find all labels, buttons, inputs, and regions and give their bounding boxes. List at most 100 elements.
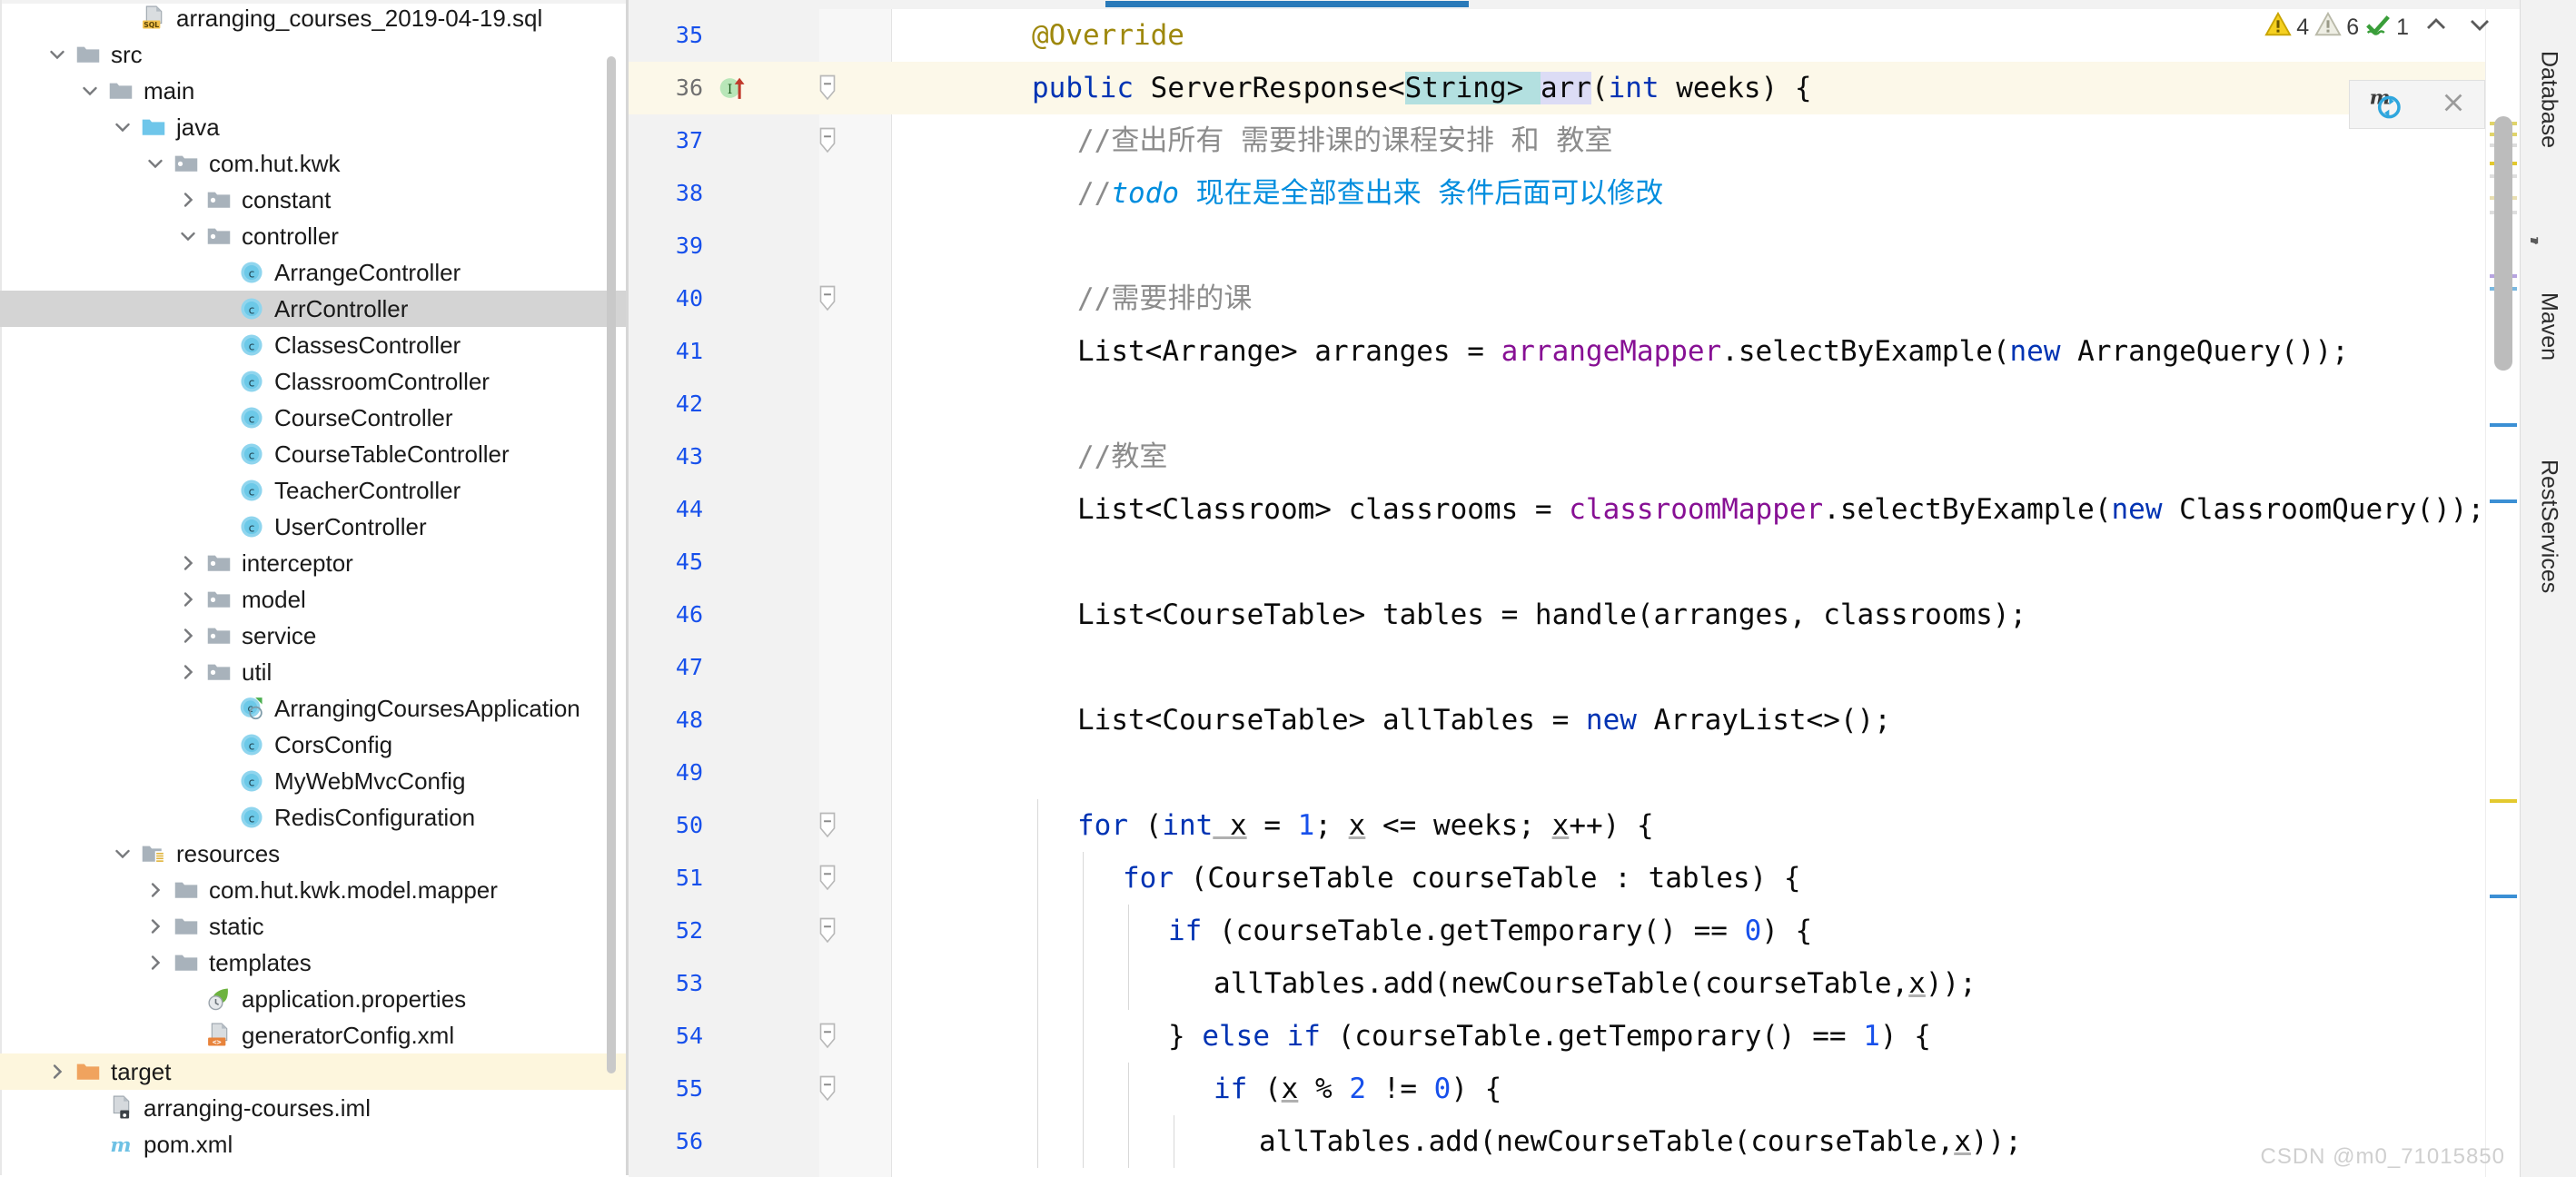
tree-item-coursetablecontroller[interactable]: cCourseTableController <box>0 436 629 472</box>
chevron-right-icon[interactable] <box>42 1053 73 1090</box>
error-stripe-marker-panel[interactable] <box>2485 9 2520 1177</box>
tree-item-resources[interactable]: resources <box>0 836 629 872</box>
project-tool-window[interactable]: SQLarranging_courses_2019-04-19.sqlsrcma… <box>0 0 629 1177</box>
tree-item-generatorconfig-xml[interactable]: <>generatorConfig.xml <box>0 1017 629 1053</box>
tool-tab-maven[interactable]: Maven <box>2521 254 2576 400</box>
gutter-line[interactable]: 44 <box>629 483 892 536</box>
code-line[interactable]: //教室 <box>892 430 2576 483</box>
code-line[interactable]: if (courseTable.getTemporary() == 0) { <box>892 905 2576 957</box>
chevron-down-icon[interactable] <box>140 145 171 182</box>
weak-warning-group[interactable]: 6 <box>2314 11 2359 45</box>
code-line-empty[interactable] <box>892 378 2576 430</box>
chevron-right-icon[interactable] <box>173 654 203 690</box>
chevron-right-icon[interactable] <box>140 872 171 908</box>
implementing-method-icon[interactable]: I <box>718 73 748 104</box>
maven-reload-notification[interactable]: m <box>2349 80 2485 129</box>
chevron-down-icon[interactable] <box>74 73 105 109</box>
code-fold-icon[interactable] <box>816 1075 839 1103</box>
code-line-current[interactable]: public ServerResponse<String> arr(int we… <box>892 62 2576 114</box>
stripe-mark[interactable] <box>2490 799 2517 803</box>
gutter-line[interactable]: 50 <box>629 799 892 852</box>
gutter-line[interactable]: 36I <box>629 62 892 114</box>
tree-item-application-properties[interactable]: application.properties <box>0 981 629 1017</box>
tree-item-com-hut-kwk[interactable]: com.hut.kwk <box>0 145 629 182</box>
tree-item-arrangecontroller[interactable]: cArrangeController <box>0 254 629 291</box>
chevron-right-icon[interactable] <box>173 581 203 618</box>
code-line[interactable]: //todo 现在是全部查出来 条件后面可以修改 <box>892 167 2576 220</box>
code-fold-icon[interactable] <box>816 865 839 892</box>
tree-item-coursecontroller[interactable]: cCourseController <box>0 400 629 436</box>
chevron-right-icon[interactable] <box>173 545 203 581</box>
code-fold-icon[interactable] <box>816 127 839 154</box>
code-line[interactable]: //查出所有 需要排课的课程安排 和 教室 <box>892 114 2576 167</box>
gutter-line[interactable]: 35 <box>629 9 892 62</box>
gutter-line[interactable]: 51 <box>629 852 892 905</box>
code-line[interactable]: for (CourseTable courseTable : tables) { <box>892 852 2576 905</box>
chevron-down-icon[interactable] <box>107 836 138 872</box>
code-line[interactable]: } else if (courseTable.getTemporary() ==… <box>892 1010 2576 1063</box>
code-line[interactable]: allTables.add(newCourseTable(courseTable… <box>892 957 2576 1010</box>
tree-item-static[interactable]: static <box>0 908 629 945</box>
code-text-area[interactable]: @Override public ServerResponse<String> … <box>892 9 2576 1177</box>
tree-item-arrcontroller[interactable]: cArrController <box>0 291 629 327</box>
tree-item-pom-xml[interactable]: mpom.xml <box>0 1126 629 1162</box>
gutter-line[interactable]: 49 <box>629 747 892 799</box>
code-fold-icon[interactable] <box>816 917 839 945</box>
gutter-line[interactable]: 56 <box>629 1115 892 1168</box>
tree-item-templates[interactable]: templates <box>0 945 629 981</box>
gutter-line[interactable]: 40 <box>629 272 892 325</box>
tool-tab-database[interactable]: Database <box>2521 9 2576 191</box>
stripe-mark[interactable] <box>2490 895 2517 898</box>
tree-item-controller[interactable]: controller <box>0 218 629 254</box>
gutter-line[interactable]: 42 <box>629 378 892 430</box>
tree-item-main[interactable]: main <box>0 73 629 109</box>
project-tree[interactable]: SQLarranging_courses_2019-04-19.sqlsrcma… <box>0 0 629 1162</box>
gutter-line[interactable]: 47 <box>629 641 892 694</box>
code-line[interactable]: List<Classroom> classrooms = classroomMa… <box>892 483 2576 536</box>
project-tree-scrollbar[interactable] <box>607 56 616 1073</box>
gutter-line[interactable]: 37 <box>629 114 892 167</box>
tree-item-constant[interactable]: constant <box>0 182 629 218</box>
tree-item-arranging-courses-2019-04-19-sql[interactable]: SQLarranging_courses_2019-04-19.sql <box>0 0 629 36</box>
editor-scrollbar-thumb[interactable] <box>2494 116 2512 371</box>
tree-item-util[interactable]: util <box>0 654 629 690</box>
code-line[interactable]: //需要排的课 <box>892 272 2576 325</box>
code-fold-icon[interactable] <box>816 1023 839 1050</box>
tree-item-usercontroller[interactable]: cUserController <box>0 509 629 545</box>
tree-item-redisconfiguration[interactable]: cRedisConfiguration <box>0 799 629 836</box>
tree-item-arrangingcoursesapplication[interactable]: cArrangingCoursesApplication <box>0 690 629 727</box>
code-fold-icon[interactable] <box>816 285 839 312</box>
gutter-line[interactable]: 43 <box>629 430 892 483</box>
tree-item-com-hut-kwk-model-mapper[interactable]: com.hut.kwk.model.mapper <box>0 872 629 908</box>
tree-item-classroomcontroller[interactable]: cClassroomController <box>0 363 629 400</box>
editor-body[interactable]: 3536I37383940414243444546474849505152535… <box>629 9 2576 1177</box>
editor-area[interactable]: 4 6 1 <box>629 0 2576 1177</box>
tree-item-model[interactable]: model <box>0 581 629 618</box>
gutter-line[interactable]: 48 <box>629 694 892 747</box>
chevron-down-icon[interactable] <box>42 36 73 73</box>
chevron-right-icon[interactable] <box>173 618 203 654</box>
code-line-empty[interactable] <box>892 536 2576 588</box>
tree-item-java[interactable]: java <box>0 109 629 145</box>
gutter-line[interactable]: 54 <box>629 1010 892 1063</box>
code-fold-icon[interactable] <box>816 74 839 102</box>
code-line-empty[interactable] <box>892 747 2576 799</box>
tree-item-target[interactable]: target <box>0 1053 629 1090</box>
gutter-line[interactable]: 45 <box>629 536 892 588</box>
code-line[interactable]: List<Arrange> arranges = arrangeMapper.s… <box>892 325 2576 378</box>
code-line-empty[interactable] <box>892 641 2576 694</box>
editor-gutter[interactable]: 3536I37383940414243444546474849505152535… <box>629 9 892 1177</box>
tree-item-arranging-courses-iml[interactable]: arranging-courses.iml <box>0 1090 629 1126</box>
gutter-line[interactable]: 52 <box>629 905 892 957</box>
tree-item-teachercontroller[interactable]: cTeacherController <box>0 472 629 509</box>
tool-tab-restservices[interactable]: RestServices <box>2521 413 2576 640</box>
tree-item-src[interactable]: src <box>0 36 629 73</box>
previous-problem-icon[interactable] <box>2422 10 2451 45</box>
stripe-mark[interactable] <box>2490 499 2517 503</box>
tree-item-service[interactable]: service <box>0 618 629 654</box>
tree-item-classescontroller[interactable]: cClassesController <box>0 327 629 363</box>
tree-item-mywebmvcconfig[interactable]: cMyWebMvcConfig <box>0 763 629 799</box>
next-problem-icon[interactable] <box>2465 10 2494 45</box>
maven-reload-icon[interactable]: m <box>2368 84 2404 125</box>
gutter-line[interactable]: 41 <box>629 325 892 378</box>
